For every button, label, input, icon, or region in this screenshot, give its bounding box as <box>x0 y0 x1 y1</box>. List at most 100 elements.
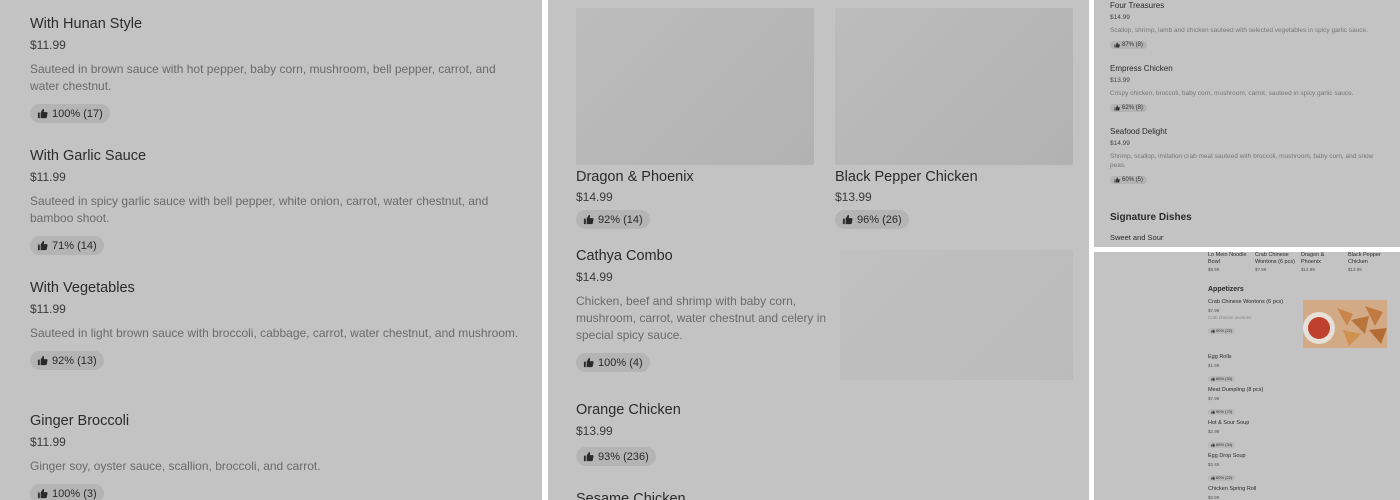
thumbs-up-icon <box>37 355 48 366</box>
thumbs-up-icon <box>583 451 594 462</box>
thumbs-up-icon <box>1211 328 1215 333</box>
item-price: $14.99 <box>1110 140 1130 147</box>
menu-item[interactable]: Hot & Sour Soup $2.99 88% (34) <box>1208 420 1298 452</box>
item-name: Dragon & Phoenix <box>576 169 694 185</box>
thumbs-up-icon <box>1114 42 1120 48</box>
thumbs-up-icon <box>37 108 48 119</box>
item-name: With Garlic Sauce <box>30 148 147 164</box>
item-image[interactable] <box>576 8 814 165</box>
item-price: $7.99 <box>1255 267 1267 272</box>
rating-badge: 62% (8) <box>1110 104 1148 112</box>
thumbs-up-icon <box>1211 409 1215 414</box>
item-name: Lo Mein Noodle Bowl <box>1208 252 1247 265</box>
rating-text: 88% (33) <box>1216 376 1233 381</box>
menu-item[interactable]: Empress Chicken $13.99 Crispy chicken, b… <box>1110 64 1390 116</box>
thumbs-up-icon <box>842 214 853 225</box>
item-name: Chicken Spring Roll <box>1208 486 1257 492</box>
item-price: $2.49 <box>1208 461 1220 467</box>
rating-badge: 60% (5) <box>1110 176 1148 184</box>
menu-item[interactable]: With Vegetables $11.99 Sauteed in light … <box>30 280 520 371</box>
menu-item[interactable]: With Garlic Sauce $11.99 Sauteed in spic… <box>30 148 520 256</box>
item-image[interactable] <box>840 250 1073 380</box>
item-price: $13.99 <box>1348 267 1362 272</box>
menu-item[interactable]: Ginger Broccoli $11.99 Ginger soy, oyste… <box>30 413 520 500</box>
rating-text: 93% (236) <box>598 450 649 463</box>
item-description: Sauteed in light brown sauce with brocco… <box>30 326 519 340</box>
item-name: Crab Chinese Wontons (6 pcs) <box>1255 252 1295 265</box>
item-name: Egg Rolls <box>1208 354 1232 360</box>
item-price: $1.99 <box>1208 362 1220 368</box>
menu-item[interactable]: Egg Drop Soup $2.49 80% (22) <box>1208 453 1298 485</box>
item-name: Hot & Sour Soup <box>1208 420 1250 426</box>
item-name: Crab Chinese Wontons (6 pcs) <box>1208 299 1284 305</box>
thumbs-up-icon <box>1114 177 1120 183</box>
item-price: $7.99 <box>1208 395 1220 401</box>
item-price: $2.99 <box>1208 428 1220 434</box>
item-name: Empress Chicken <box>1110 64 1173 73</box>
wonton-photo-icon <box>1303 300 1387 348</box>
menu-panel-center: Dragon & Phoenix $14.99 92% (14) Black P… <box>548 0 1089 500</box>
rating-text: 71% (14) <box>52 239 97 252</box>
menu-item[interactable]: Crab Chinese Wontons (6 pcs) $7.99 Crab … <box>1208 299 1298 338</box>
rating-badge: 87% (8) <box>1110 41 1148 49</box>
thumbs-up-icon <box>37 488 48 499</box>
featured-card[interactable]: Dragon & Phoenix $14.99 <box>1301 252 1343 272</box>
rating-badge: 92% (14) <box>576 210 650 229</box>
item-image[interactable] <box>835 8 1073 165</box>
item-name: Sesame Chicken <box>576 491 686 500</box>
item-price: $14.99 <box>1110 14 1130 21</box>
featured-card[interactable]: Dragon & Phoenix $14.99 92% (14) <box>576 169 816 230</box>
rating-badge: 92% (13) <box>30 351 104 370</box>
item-name: With Vegetables <box>30 280 135 296</box>
menu-item[interactable]: Meat Dumpling (8 pcs) $7.99 90% (70) <box>1208 387 1298 419</box>
rating-badge: 80% (22) <box>1208 474 1236 481</box>
item-image[interactable] <box>1303 300 1387 348</box>
menu-item[interactable]: Orange Chicken $13.99 93% (236) <box>576 402 838 467</box>
rating-text: 87% (8) <box>1122 42 1144 48</box>
menu-panel-left: With Hunan Style $11.99 Sauteed in brown… <box>0 0 542 500</box>
item-price: $11.99 <box>30 38 66 52</box>
rating-text: 60% (5) <box>1122 177 1144 183</box>
item-name[interactable]: Sweet and Sour <box>1110 233 1163 242</box>
item-description: Ginger soy, oyster sauce, scallion, broc… <box>30 459 321 473</box>
thumbs-up-icon <box>1211 475 1215 480</box>
rating-badge: 100% (17) <box>30 104 110 123</box>
menu-item[interactable]: With Hunan Style $11.99 Sauteed in brown… <box>30 16 520 124</box>
item-price: $11.99 <box>30 302 66 316</box>
menu-item[interactable]: Egg Rolls $1.99 88% (33) <box>1208 354 1298 386</box>
rating-badge: 96% (26) <box>835 210 909 229</box>
featured-card[interactable]: Crab Chinese Wontons (6 pcs) $7.99 <box>1255 252 1297 272</box>
section-heading: Appetizers <box>1208 286 1244 293</box>
rating-badge: 100% (3) <box>30 484 104 500</box>
item-description: Chicken, beef and shrimp with baby corn,… <box>576 294 827 342</box>
menu-item[interactable]: Sesame Chicken <box>576 491 838 500</box>
rating-badge: 93% (236) <box>576 447 656 466</box>
item-price: $13.99 <box>1110 77 1130 84</box>
rating-text: 80% (22) <box>1216 475 1233 480</box>
menu-item[interactable]: Four Treasures $14.99 Scallop, shrimp, l… <box>1110 1 1390 53</box>
rating-badge: 88% (33) <box>1208 375 1236 382</box>
item-description: Crab cheese wontons <box>1208 314 1252 320</box>
item-name: Black Pepper Chicken <box>835 169 978 185</box>
menu-item[interactable]: Seafood Delight $14.99 Shrimp, scallop, … <box>1110 127 1380 188</box>
featured-card[interactable]: Black Pepper Chicken $13.99 <box>1348 252 1390 272</box>
item-price: $14.99 <box>1301 267 1315 272</box>
featured-card[interactable]: Lo Mein Noodle Bowl $9.99 <box>1208 252 1250 272</box>
menu-item[interactable]: Chicken Spring Roll $2.99 <box>1208 486 1298 500</box>
menu-panel-bottom-right: Lo Mein Noodle Bowl $9.99 Crab Chinese W… <box>1094 252 1400 500</box>
item-price: $13.99 <box>835 190 872 204</box>
menu-item[interactable]: Cathya Combo $14.99 Chicken, beef and sh… <box>576 248 838 373</box>
rating-badge: 90% (70) <box>1208 408 1236 415</box>
rating-text: 100% (4) <box>598 356 643 369</box>
rating-text: 62% (8) <box>1122 105 1144 111</box>
item-description: Sauteed in spicy garlic sauce with bell … <box>30 194 489 225</box>
rating-badge: 100% (4) <box>576 353 650 372</box>
rating-text: 96% (26) <box>857 213 902 226</box>
rating-text: 88% (34) <box>1216 442 1233 447</box>
item-description: Shrimp, scallop, imitation crab meat sau… <box>1110 153 1374 169</box>
featured-card[interactable]: Black Pepper Chicken $13.99 96% (26) <box>835 169 1075 230</box>
item-price: $11.99 <box>30 435 66 449</box>
thumbs-up-icon <box>37 240 48 251</box>
item-name: Meat Dumpling (8 pcs) <box>1208 387 1264 393</box>
rating-text: 100% (17) <box>52 107 103 120</box>
